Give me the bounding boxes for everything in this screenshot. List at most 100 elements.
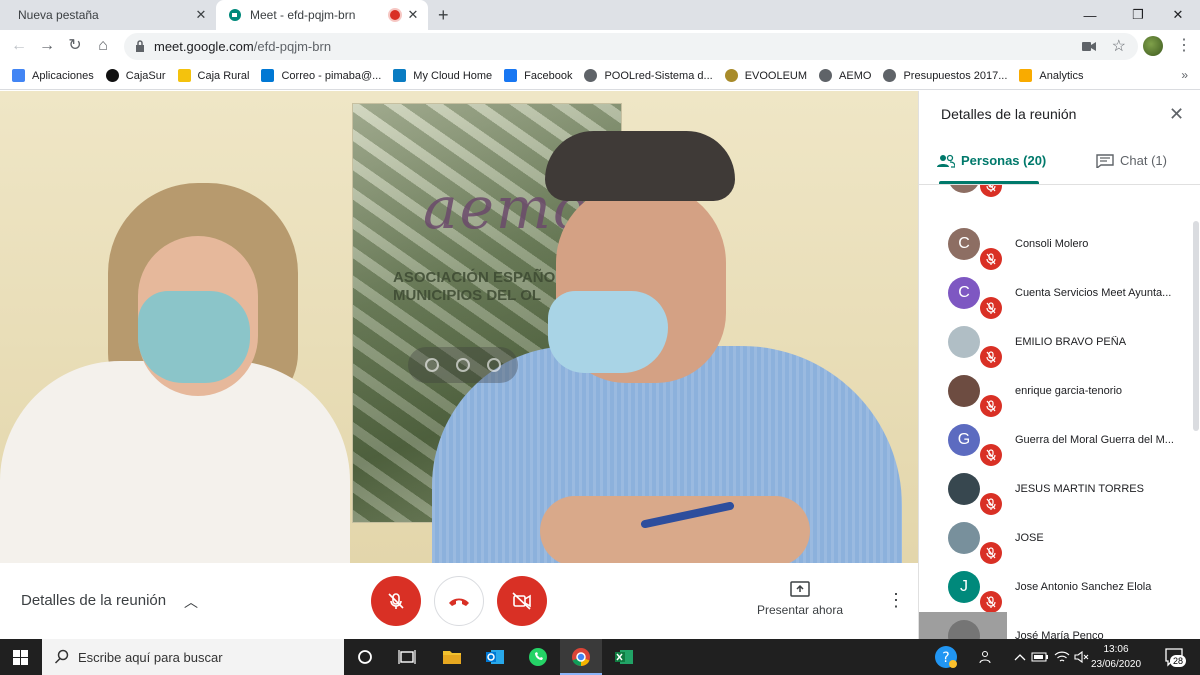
list-item[interactable] — [919, 185, 1193, 220]
taskbar-search-box[interactable]: Escribe aquí para buscar — [42, 639, 344, 675]
bookmark-item[interactable]: Caja Rural — [177, 69, 250, 82]
bookmark-item[interactable]: My Cloud Home — [393, 69, 492, 82]
muted-mic-icon — [980, 591, 1002, 613]
camera-permission-icon[interactable] — [1082, 42, 1096, 51]
chrome-icon[interactable] — [569, 645, 593, 669]
excel-icon[interactable] — [612, 645, 636, 669]
close-tab-icon[interactable]: ✕ — [406, 8, 420, 22]
tile-hover-controls[interactable] — [408, 347, 518, 383]
hang-up-icon — [449, 598, 469, 606]
search-placeholder: Escribe aquí para buscar — [78, 649, 223, 665]
globe-icon — [819, 69, 833, 82]
browser-tab-strip: Nueva pestaña ✕ Meet - efd-pqjm-brn ✕ + … — [0, 0, 1200, 30]
bookmark-item[interactable]: CajaSur — [105, 69, 166, 82]
tab-label: Nueva pestaña — [18, 8, 99, 22]
participant-2-mask — [548, 291, 668, 373]
whatsapp-icon[interactable] — [526, 645, 550, 669]
people-icon — [937, 154, 955, 168]
taskbar-clock[interactable]: 13:06 23/06/2020 — [1090, 642, 1142, 672]
participant-2-hair — [545, 131, 735, 201]
tab-meet[interactable]: Meet - efd-pqjm-brn ✕ — [216, 0, 428, 30]
microphone-toggle-button[interactable] — [371, 576, 421, 626]
bookmark-label: Correo - pimaba@... — [281, 69, 382, 82]
remove-icon[interactable] — [487, 358, 502, 372]
bookmark-item[interactable]: Aplicaciones — [12, 69, 94, 82]
address-bar[interactable]: meet.google.com/efd-pqjm-brn ☆ — [124, 33, 1138, 60]
meeting-details-toggle[interactable]: Detalles de la reunión — [21, 592, 166, 609]
bookmark-item[interactable]: Presupuestos 2017... — [883, 69, 1007, 82]
mic-off-icon — [388, 593, 404, 609]
outlook-icon[interactable] — [483, 645, 507, 669]
bookmark-star-icon[interactable]: ☆ — [1112, 36, 1126, 56]
clock-time: 13:06 — [1103, 644, 1129, 655]
muted-mic-icon — [980, 395, 1002, 417]
windows-start-icon[interactable] — [13, 650, 28, 665]
participant-name: José María Penco — [1015, 630, 1104, 639]
list-item[interactable] — [919, 612, 1007, 639]
meeting-details-panel: Detalles de la reunión ✕ Personas (20) C… — [918, 91, 1200, 639]
present-now-button[interactable]: Presentar ahora — [750, 581, 850, 617]
browser-menu-icon[interactable]: ⋮ — [1176, 36, 1192, 56]
reload-icon[interactable]: ↻ — [65, 36, 85, 56]
new-tab-icon[interactable]: + — [438, 6, 449, 24]
file-explorer-icon[interactable] — [440, 645, 464, 669]
camera-toggle-button[interactable] — [497, 576, 547, 626]
main-video: aemo ASOCIACIÓN ESPAÑO DE MUNICIPIOS DEL… — [0, 91, 918, 563]
pin-icon[interactable] — [424, 358, 439, 372]
profile-avatar[interactable] — [1143, 36, 1163, 56]
restore-icon[interactable]: ❐ — [1116, 0, 1160, 30]
home-icon[interactable]: ⌂ — [93, 36, 113, 56]
bookmark-item[interactable]: Analytics — [1019, 69, 1083, 82]
notification-count: 28 — [1170, 655, 1186, 667]
evooleum-icon — [724, 69, 738, 82]
bookmark-item[interactable]: POOLred-Sistema d... — [584, 69, 713, 82]
active-tab-indicator — [939, 181, 1039, 184]
chevron-up-icon[interactable]: ︿ — [184, 592, 198, 612]
camera-off-icon — [512, 592, 531, 610]
bookmark-label: Presupuestos 2017... — [903, 69, 1008, 82]
tab-new-tab[interactable]: Nueva pestaña ✕ — [0, 0, 216, 30]
avatar: C — [948, 277, 980, 309]
mute-tile-icon[interactable] — [455, 358, 470, 372]
people-taskbar-icon[interactable] — [975, 645, 999, 669]
globe-icon — [883, 69, 897, 82]
recording-indicator-icon — [390, 10, 400, 20]
bookmark-label: Aplicaciones — [32, 69, 94, 82]
help-icon[interactable]: ? — [934, 645, 958, 669]
bookmark-label: Caja Rural — [197, 69, 250, 82]
present-screen-icon — [790, 581, 810, 597]
minimize-icon[interactable]: — — [1068, 0, 1112, 30]
bookmark-label: POOLred-Sistema d... — [604, 69, 713, 82]
bookmarks-overflow-icon[interactable]: » — [1181, 68, 1188, 82]
url-host: meet.google.com — [154, 39, 254, 54]
task-view-icon[interactable] — [395, 645, 419, 669]
battery-icon[interactable] — [1028, 645, 1052, 669]
forward-icon[interactable]: → — [37, 36, 57, 56]
muted-mic-icon — [980, 493, 1002, 515]
present-now-label: Presentar ahora — [756, 603, 844, 617]
panel-title: Detalles de la reunión — [941, 106, 1077, 122]
bookmark-label: EVOOLEUM — [744, 69, 808, 82]
bookmark-item[interactable]: AEMO — [819, 69, 871, 82]
tab-people[interactable]: Personas (20) — [937, 153, 1046, 168]
avatar: C — [948, 228, 980, 260]
window-close-icon[interactable]: ✕ — [1156, 0, 1200, 30]
tab-chat[interactable]: Chat (1) — [1096, 153, 1167, 168]
bookmark-item[interactable]: EVOOLEUM — [724, 69, 808, 82]
close-panel-icon[interactable]: ✕ — [1169, 105, 1184, 123]
muted-mic-icon — [980, 248, 1002, 270]
back-icon[interactable]: ← — [9, 36, 29, 56]
participant-2-hands — [540, 496, 810, 563]
close-tab-icon[interactable]: ✕ — [194, 8, 208, 22]
more-options-icon[interactable]: ⋮ — [887, 591, 905, 609]
cortana-icon[interactable] — [353, 645, 377, 669]
people-tab-label: Personas (20) — [961, 153, 1047, 168]
screen: Nueva pestaña ✕ Meet - efd-pqjm-brn ✕ + … — [0, 0, 1200, 675]
leave-call-button[interactable] — [434, 576, 484, 626]
participant-list[interactable]: C Consoli Molero C Cuenta Servicios Meet Ay… — [919, 185, 1193, 639]
search-icon — [54, 649, 69, 664]
avatar — [948, 620, 980, 639]
bookmark-item[interactable]: Correo - pimaba@... — [261, 69, 381, 82]
panel-scrollbar[interactable] — [1193, 221, 1199, 431]
bookmark-item[interactable]: Facebook — [504, 69, 572, 82]
